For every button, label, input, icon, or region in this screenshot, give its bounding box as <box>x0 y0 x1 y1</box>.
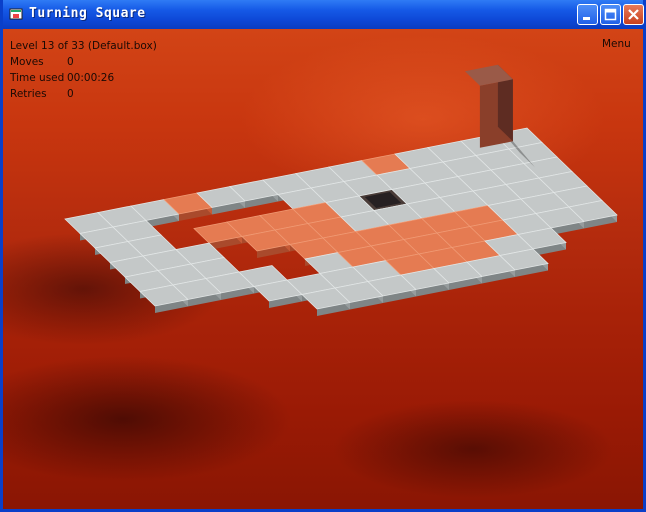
title-bar[interactable]: Turning Square <box>3 0 644 29</box>
level-text: Level 13 of 33 (Default.box) <box>10 40 157 52</box>
retries-label: Retries <box>10 88 47 100</box>
game-viewport[interactable]: Level 13 of 33 (Default.box) Moves 0 Time… <box>3 29 643 509</box>
close-button[interactable] <box>623 4 644 25</box>
window-title: Turning Square <box>29 6 146 21</box>
close-icon <box>628 9 639 20</box>
retries-value: 0 <box>67 88 74 100</box>
status-panel: Level 13 of 33 (Default.box) Moves 0 Time… <box>10 38 157 102</box>
minimize-icon <box>583 17 590 20</box>
time-value: 00:00:26 <box>67 72 115 84</box>
app-icon <box>9 8 23 20</box>
maximize-button[interactable] <box>600 4 621 25</box>
maximize-icon <box>604 8 617 21</box>
menu-button[interactable]: Menu <box>602 38 631 50</box>
game-window: Turning Square Level 13 of 33 (Default.b… <box>0 0 646 512</box>
moves-label: Moves <box>10 56 44 68</box>
time-label: Time used <box>10 72 65 84</box>
moves-value: 0 <box>67 56 74 68</box>
minimize-button[interactable] <box>577 4 598 25</box>
